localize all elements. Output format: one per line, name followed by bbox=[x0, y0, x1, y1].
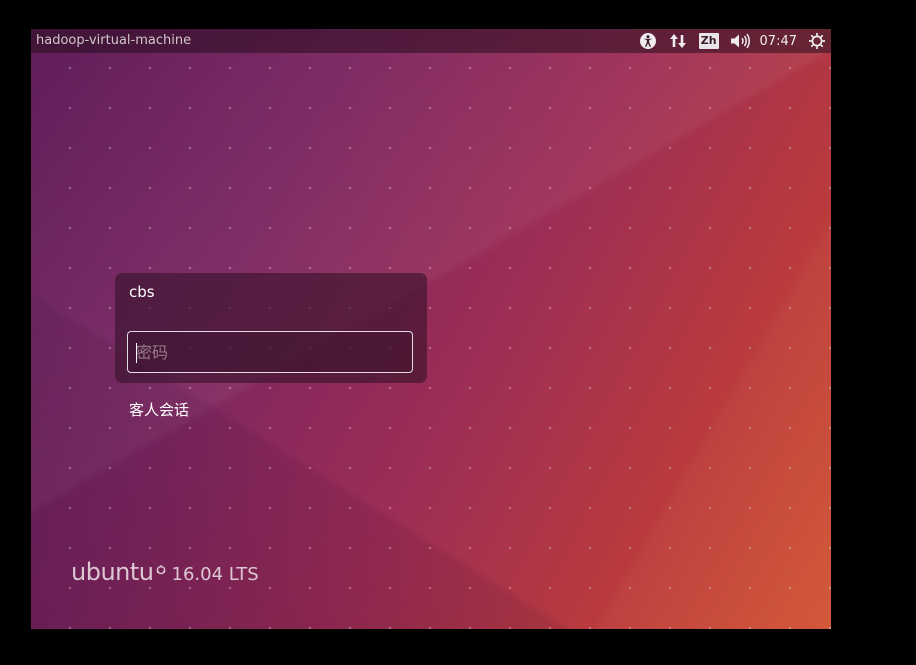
ubuntu-logo-text: ubuntu bbox=[71, 558, 154, 586]
keyboard-layout-label: Zh bbox=[698, 33, 719, 49]
login-box: cbs bbox=[115, 273, 427, 383]
text-caret bbox=[136, 343, 137, 363]
power-icon[interactable] bbox=[807, 29, 827, 53]
password-input[interactable] bbox=[128, 332, 412, 372]
circle-of-friends-icon bbox=[156, 560, 166, 579]
ubuntu-version: 16.04 LTS bbox=[171, 564, 259, 585]
username-label[interactable]: cbs bbox=[129, 283, 155, 301]
hostname-label: hadoop-virtual-machine bbox=[36, 33, 192, 48]
indicator-area: Zh 07:47 bbox=[637, 29, 831, 53]
network-icon[interactable] bbox=[667, 29, 689, 53]
clock[interactable]: 07:47 bbox=[760, 34, 797, 49]
accessibility-icon[interactable] bbox=[637, 29, 659, 53]
login-screen: hadoop-virtual-machine Zh 07:47 cbs 客人会话… bbox=[31, 29, 831, 629]
guest-session-link[interactable]: 客人会话 bbox=[129, 399, 189, 420]
ubuntu-branding: ubuntu 16.04 LTS bbox=[71, 557, 259, 590]
keyboard-layout-indicator[interactable]: Zh bbox=[698, 29, 719, 53]
volume-icon[interactable] bbox=[729, 29, 753, 53]
top-panel: hadoop-virtual-machine Zh 07:47 bbox=[31, 29, 831, 53]
password-field[interactable] bbox=[127, 331, 413, 373]
